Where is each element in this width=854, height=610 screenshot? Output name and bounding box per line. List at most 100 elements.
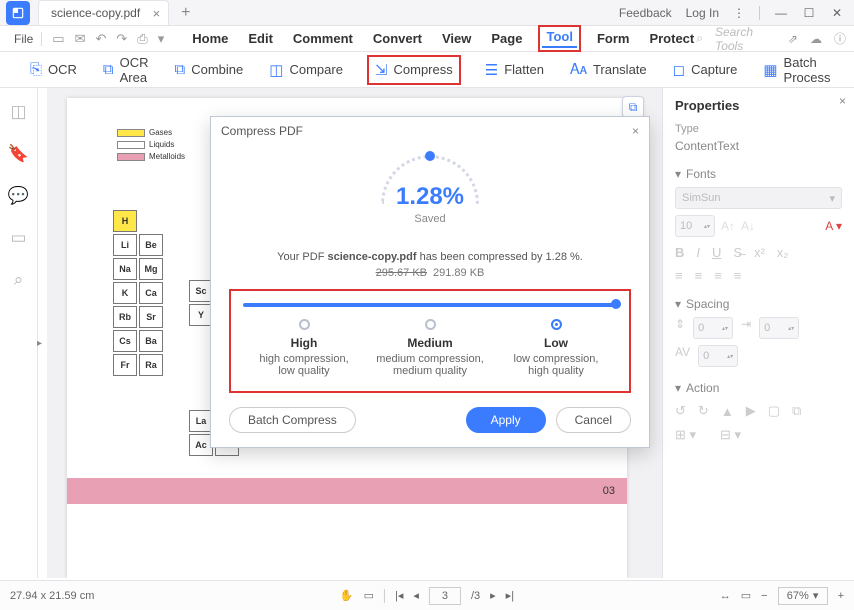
open-icon[interactable]: ▭ (52, 31, 64, 47)
search-panel-icon[interactable]: ⌕ (14, 270, 24, 290)
flatten-button[interactable]: ☰Flatten (485, 61, 544, 79)
italic-icon[interactable]: I (696, 245, 700, 260)
search-icon[interactable]: ⌕ (696, 31, 703, 46)
spacing-section[interactable]: Spacing (686, 297, 729, 311)
compress-option-low[interactable]: Lowlow compression,high quality (493, 319, 619, 377)
menu-page[interactable]: Page (491, 29, 522, 48)
indent-field[interactable]: 0▴▾ (759, 317, 799, 339)
subscript-icon[interactable]: x₂ (777, 245, 789, 260)
feedback-link[interactable]: Feedback (619, 6, 672, 20)
decrease-font-icon[interactable]: A↓ (741, 219, 755, 233)
maximize-icon[interactable]: ☐ (802, 6, 816, 20)
rotate-left-icon[interactable]: ↺ (675, 403, 686, 419)
translate-button[interactable]: 🗛Translate (570, 61, 647, 78)
flip-h-icon[interactable]: ▶ (746, 403, 756, 419)
close-properties-icon[interactable]: × (839, 94, 846, 108)
fonts-section[interactable]: Fonts (686, 167, 716, 181)
dist-h-icon[interactable]: ⊞ ▾ (675, 427, 696, 443)
minimize-icon[interactable]: — (774, 6, 788, 20)
combine-button[interactable]: ⧉Combine (175, 61, 244, 78)
line-spacing-field[interactable]: 0▴▾ (693, 317, 733, 339)
copy-icon[interactable]: ⧉ (792, 403, 801, 419)
ocr-area-button[interactable]: ⧉OCR Area (103, 55, 149, 85)
menu-protect[interactable]: Protect (649, 29, 694, 48)
menu-tool[interactable]: Tool (542, 29, 576, 48)
ocr-button[interactable]: ⎘OCR (30, 61, 77, 78)
batch-process-button[interactable]: ▦Batch Process (763, 55, 830, 85)
thumbnails-icon[interactable]: ◫ (10, 102, 26, 122)
print-icon[interactable]: ⎙ (137, 31, 147, 47)
flip-v-icon[interactable]: ▲ (721, 404, 734, 419)
prev-page-icon[interactable]: ◂ (413, 589, 419, 602)
add-tab-button[interactable]: + (181, 4, 190, 22)
apply-button[interactable]: Apply (466, 407, 546, 433)
cloud-icon[interactable]: ☁ (810, 32, 822, 46)
collapse-arrow-icon[interactable]: ▸ (37, 338, 42, 349)
rotate-right-icon[interactable]: ↻ (698, 403, 709, 419)
menu-form[interactable]: Form (597, 29, 630, 48)
compare-button[interactable]: ◫Compare (269, 61, 343, 79)
menu-convert[interactable]: Convert (373, 29, 422, 48)
align-right-icon[interactable]: ≡ (714, 268, 722, 283)
menu-comment[interactable]: Comment (293, 29, 353, 48)
align-justify-icon[interactable]: ≡ (734, 268, 742, 283)
chevron-down-icon[interactable]: ▾ (675, 297, 681, 311)
fit-width-icon[interactable]: ↔ (720, 590, 731, 602)
font-size-field[interactable]: 10▴▾ (675, 215, 715, 237)
compress-option-high[interactable]: Highhigh compression,low quality (241, 319, 367, 377)
dropdown-icon[interactable]: ▾ (158, 31, 165, 47)
attachments-icon[interactable]: ▭ (10, 228, 26, 248)
superscript-icon[interactable]: x² (754, 245, 765, 260)
dist-v-icon[interactable]: ⊟ ▾ (720, 427, 741, 443)
document-tab[interactable]: science-copy.pdf × (38, 0, 169, 25)
select-tool-icon[interactable]: ▭ (364, 589, 374, 602)
font-color-icon[interactable]: A ▾ (825, 219, 842, 233)
kerning-field[interactable]: 0▴▾ (698, 345, 738, 367)
chevron-down-icon[interactable]: ▾ (675, 167, 681, 181)
menu-view[interactable]: View (442, 29, 471, 48)
zoom-select[interactable]: 67% ▾ (778, 587, 828, 605)
page-number-input[interactable]: 3 (429, 587, 461, 605)
close-window-icon[interactable]: ✕ (830, 6, 844, 20)
more-menu-icon[interactable]: ⋮ (733, 6, 745, 20)
font-family-select[interactable]: SimSun▾ (675, 187, 842, 209)
menu-edit[interactable]: Edit (248, 29, 273, 48)
next-page-icon[interactable]: ▸ (490, 589, 496, 602)
first-page-icon[interactable]: |◂ (395, 589, 403, 602)
tool-ribbon: ⎘OCR ⧉OCR Area ⧉Combine ◫Compare ⇲Compre… (0, 52, 854, 88)
search-tools-input[interactable]: Search Tools (715, 25, 776, 53)
quality-slider[interactable] (243, 303, 617, 307)
cancel-button[interactable]: Cancel (556, 407, 631, 433)
increase-font-icon[interactable]: A↑ (721, 219, 735, 233)
share-icon[interactable]: ⇗ (788, 32, 798, 46)
hand-tool-icon[interactable]: ✋ (340, 589, 354, 602)
login-link[interactable]: Log In (686, 6, 719, 20)
help-icon[interactable]: ⓘ (834, 30, 846, 47)
chevron-down-icon[interactable]: ▾ (675, 381, 681, 395)
compress-button[interactable]: ⇲Compress (369, 57, 459, 83)
close-dialog-icon[interactable]: × (632, 124, 639, 138)
single-page-icon[interactable]: ▭ (741, 589, 751, 602)
zoom-out-icon[interactable]: − (761, 590, 767, 602)
compress-option-medium[interactable]: Mediummedium compression,medium quality (367, 319, 493, 377)
undo-icon[interactable]: ↶ (95, 31, 106, 47)
batch-compress-button[interactable]: Batch Compress (229, 407, 356, 433)
last-page-icon[interactable]: ▸| (506, 589, 514, 602)
align-left-icon[interactable]: ≡ (675, 268, 683, 283)
bold-icon[interactable]: B (675, 245, 684, 260)
crop-icon[interactable]: ▢ (768, 403, 780, 419)
redo-icon[interactable]: ↷ (116, 31, 127, 47)
align-center-icon[interactable]: ≡ (695, 268, 703, 283)
bookmarks-icon[interactable]: 🔖 (8, 144, 29, 164)
close-tab-icon[interactable]: × (153, 6, 161, 21)
comments-icon[interactable]: 💬 (8, 186, 29, 206)
action-section[interactable]: Action (686, 381, 719, 395)
zoom-in-icon[interactable]: + (838, 590, 844, 602)
menu-home[interactable]: Home (192, 29, 228, 48)
mail-icon[interactable]: ✉ (75, 31, 86, 47)
strike-icon[interactable]: S̶ (733, 245, 742, 260)
page-float-button[interactable]: ⧉ (622, 96, 644, 118)
capture-button[interactable]: ◻Capture (673, 61, 738, 79)
underline-icon[interactable]: U (712, 245, 721, 260)
file-menu[interactable]: File (8, 32, 39, 46)
